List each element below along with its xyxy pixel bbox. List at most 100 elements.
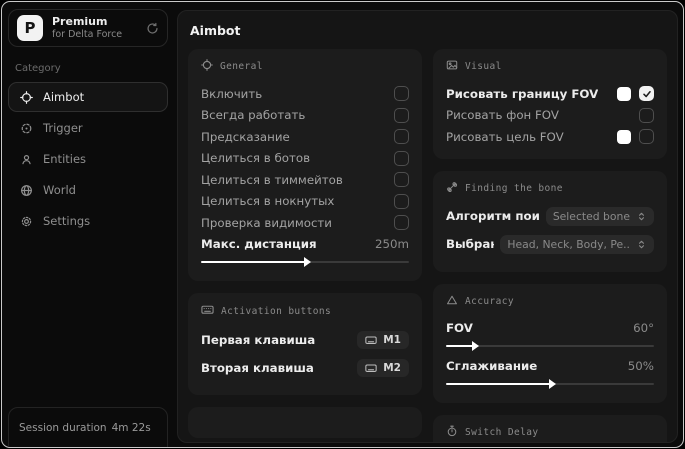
app-logo: P — [17, 15, 43, 41]
app-window: P Premium for Delta Force Category Aimbo… — [1, 1, 684, 448]
sidebar-item-label: Trigger — [43, 121, 83, 135]
slider-fill — [201, 257, 311, 267]
crosshair-icon — [19, 90, 33, 104]
slider-row: FOV 60° — [446, 318, 654, 340]
app-subtitle: for Delta Force — [52, 28, 123, 40]
visual-row: Рисовать границу FOV — [446, 83, 654, 105]
slider-fill — [446, 378, 556, 389]
activation-buttons-card: Activation buttons Первая клавиша M1 Вто… — [188, 293, 422, 395]
slider-value: 250m — [374, 237, 409, 252]
toggle-row: Проверка видимости — [201, 212, 409, 234]
sidebar-item-world[interactable]: World — [8, 175, 168, 205]
app-title: Premium — [52, 15, 108, 29]
finding-bone-header: Finding the bone — [446, 181, 654, 196]
bone-icon — [446, 181, 458, 196]
keybind-label: Первая клавиша — [201, 333, 316, 347]
fov-slider[interactable] — [446, 340, 654, 352]
section-title: Visual — [465, 61, 502, 72]
slider-thumb[interactable] — [549, 378, 556, 389]
session-duration-label: Session duration — [19, 422, 107, 434]
toggle-label: Проверка видимости — [201, 215, 332, 230]
keybind-value: M1 — [383, 334, 401, 346]
visual-row: Рисовать фон FOV — [446, 105, 654, 127]
keybind-button[interactable]: M2 — [357, 359, 409, 377]
sidebar-titles: Premium for Delta Force — [52, 15, 122, 41]
activation-buttons-header: Activation buttons — [201, 303, 409, 319]
checkbox[interactable] — [394, 215, 409, 231]
sync-icon[interactable] — [146, 22, 159, 35]
checkbox[interactable] — [394, 129, 409, 145]
keybind-value: M2 — [383, 362, 401, 374]
checkbox[interactable] — [394, 172, 409, 188]
sidebar-item-settings[interactable]: Settings — [8, 206, 168, 236]
toggle-label: Целиться в ботов — [201, 151, 311, 166]
accuracy-card: Accuracy FOV 60° Сглаживание 50% — [433, 283, 667, 403]
checkbox[interactable] — [394, 86, 409, 102]
sidebar-item-label: World — [43, 183, 76, 197]
max-distance-slider[interactable] — [201, 256, 409, 268]
toggle-label: Целиться в нокнутых — [201, 194, 335, 209]
checkbox[interactable] — [394, 193, 409, 209]
section-title: Finding the bone — [465, 182, 563, 194]
checkbox[interactable] — [394, 107, 409, 123]
category-label: Category — [15, 63, 61, 74]
bone-list-dropdown[interactable]: Head, Neck, Body, Pe.. — [500, 234, 654, 254]
color-swatch[interactable] — [617, 86, 631, 101]
image-icon — [446, 59, 458, 74]
finding-bone-card: Finding the bone Алгоритм поиска кост Se… — [433, 170, 667, 272]
bone-list-label: Выбранные кос — [446, 237, 494, 251]
switch-delay-card: Switch Delay Задержка переключения Задер… — [433, 414, 667, 442]
bone-select-row: Выбранные кос Head, Neck, Body, Pe.. — [446, 233, 654, 256]
slider-thumb[interactable] — [472, 341, 480, 351]
sidebar-item-label: Settings — [43, 214, 91, 228]
general-card: General Включить Всегда работать Предска… — [188, 49, 422, 281]
checkbox[interactable] — [394, 150, 409, 166]
sidebar-item-trigger[interactable]: Trigger — [8, 113, 168, 143]
sidebar-header: P Premium for Delta Force — [8, 9, 168, 47]
sidebar-item-aimbot[interactable]: Aimbot — [8, 82, 168, 112]
page-title: Aimbot — [190, 23, 241, 38]
crosshair-icon — [201, 59, 213, 74]
toggle-row: Целиться в ботов — [201, 148, 409, 170]
visual-label: Рисовать границу FOV — [446, 86, 599, 101]
keybind-label: Вторая клавиша — [201, 361, 314, 375]
section-title: General — [220, 61, 263, 72]
visual-label: Рисовать фон FOV — [446, 108, 559, 123]
sidebar-item-label: Aimbot — [43, 90, 85, 104]
fov-label: FOV — [446, 321, 473, 336]
toggle-label: Целиться в тиммейтов — [201, 172, 343, 187]
section-title: Activation buttons — [221, 305, 332, 317]
world-icon — [19, 184, 33, 197]
trigger-icon — [19, 122, 33, 135]
checkbox[interactable] — [639, 129, 654, 145]
stopwatch-icon — [446, 425, 458, 440]
keybind-button[interactable]: M1 — [357, 331, 409, 349]
slider-thumb[interactable] — [304, 257, 311, 267]
checkbox[interactable] — [639, 107, 654, 123]
smoothing-slider[interactable] — [446, 378, 654, 390]
left-column: General Включить Всегда работать Предска… — [188, 49, 422, 442]
bone-algorithm-dropdown[interactable]: Selected bone — [545, 206, 654, 226]
toggle-row: Целиться в нокнутых — [201, 191, 409, 213]
switch-delay-header: Switch Delay — [446, 425, 654, 440]
visual-label: Рисовать цель FOV — [446, 129, 564, 144]
slider-row: Сглаживание 50% — [446, 355, 654, 377]
toggle-label: Всегда работать — [201, 108, 306, 123]
keyboard-icon — [201, 303, 214, 319]
toggle-label: Предсказание — [201, 129, 290, 144]
dropdown-value: Head, Neck, Body, Pe.. — [507, 237, 630, 251]
entities-icon — [19, 153, 33, 166]
sidebar: P Premium for Delta Force Category Aimbo… — [2, 2, 174, 447]
checkbox-checked[interactable] — [639, 86, 654, 102]
dropdown-value: Selected bone — [552, 209, 630, 223]
toggle-row: Всегда работать — [201, 105, 409, 127]
smoothing-value: 50% — [627, 358, 654, 373]
sidebar-item-entities[interactable]: Entities — [8, 144, 168, 174]
bone-select-row: Алгоритм поиска кост Selected bone — [446, 205, 654, 228]
keybind-row: Вторая клавиша M2 — [201, 356, 409, 380]
keybind-row: Первая клавиша M1 — [201, 328, 409, 352]
accuracy-header: Accuracy — [446, 294, 654, 309]
toggle-row: Целиться в тиммейтов — [201, 169, 409, 191]
color-swatch[interactable] — [617, 129, 631, 144]
toggle-row: Предсказание — [201, 126, 409, 148]
